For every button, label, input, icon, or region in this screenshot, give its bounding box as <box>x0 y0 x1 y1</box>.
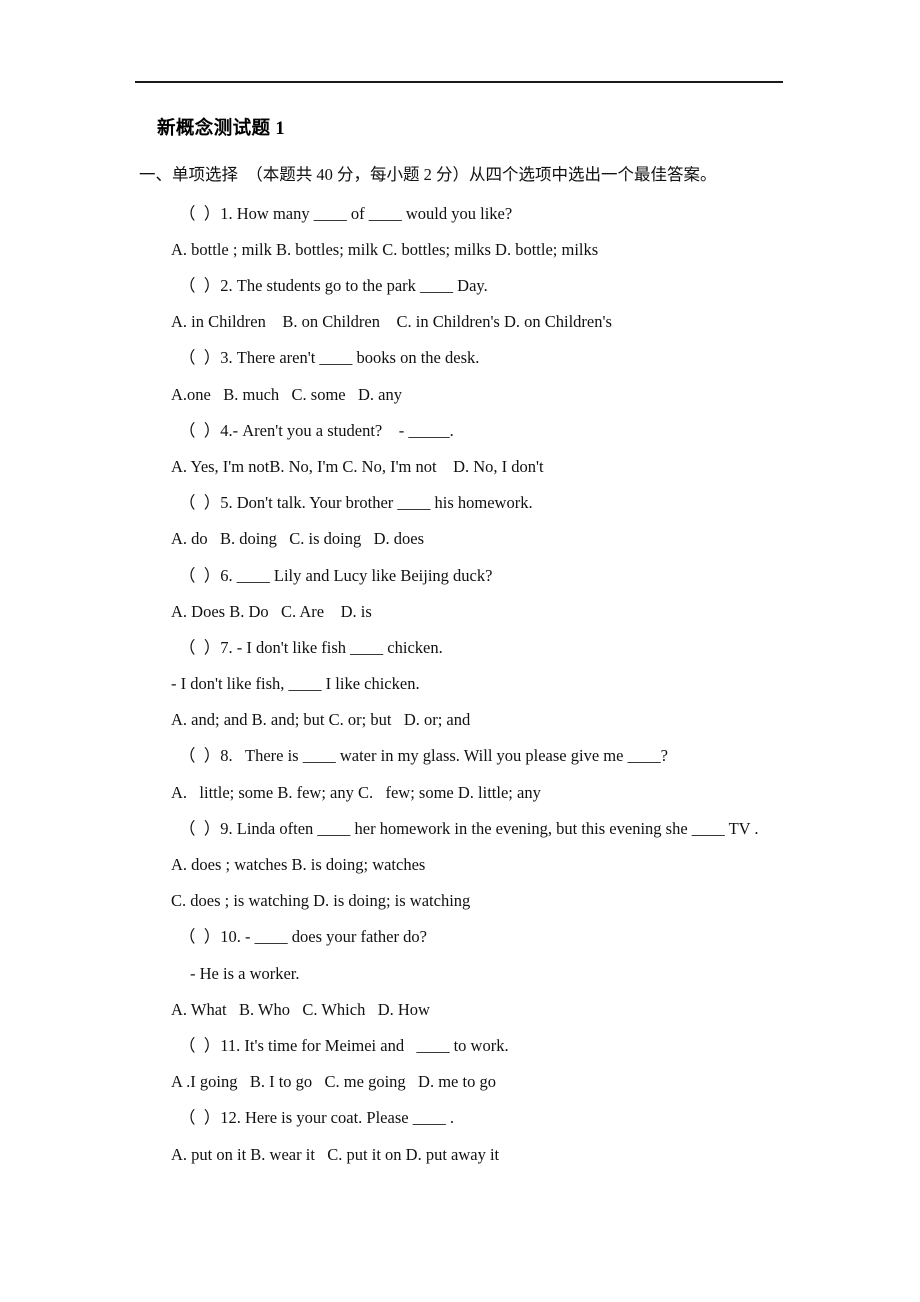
question-line: （ ）2. The students go to the park ____ D… <box>179 276 488 295</box>
question-line: （ ）11. It's time for Meimei and ____ to … <box>179 1036 509 1055</box>
option-line: A. do B. doing C. is doing D. does <box>171 529 425 548</box>
question-line: （ ）7. - I don't like fish ____ chicken. <box>179 638 443 657</box>
option-line: A. What B. Who C. Which D. How <box>171 1000 430 1019</box>
option-line: A. bottle ; milk B. bottles; milk C. bot… <box>171 240 599 259</box>
continuation-line: - I don't like fish, ____ I like chicken… <box>171 674 420 693</box>
option-line: C. does ; is watching D. is doing; is wa… <box>171 891 471 910</box>
page-title: 新概念测试题 1 <box>157 119 286 139</box>
document-page: 新概念测试题 1 一、单项选择 （本题共 40 分，每小题 2 分）从四个选项中… <box>0 0 920 1302</box>
question-line: （ ）3. There aren't ____ books on the des… <box>179 348 480 367</box>
option-line: A. Does B. Do C. Are D. is <box>171 602 372 621</box>
question-line: （ ）8. There is ____ water in my glass. W… <box>179 746 668 765</box>
option-line: A. Yes, I'm notB. No, I'm C. No, I'm not… <box>171 457 544 476</box>
option-line: A. and; and B. and; but C. or; but D. or… <box>171 710 471 729</box>
question-line: （ ）10. - ____ does your father do? <box>179 927 427 946</box>
question-line: （ ）12. Here is your coat. Please ____ . <box>179 1108 454 1127</box>
question-line: （ ）1. How many ____ of ____ would you li… <box>179 204 513 223</box>
header-divider <box>135 81 783 83</box>
option-line: A. little; some B. few; any C. few; some… <box>171 783 541 802</box>
option-line: A. in Children B. on Children C. in Chil… <box>171 312 612 331</box>
question-line: （ ）9. Linda often ____ her homework in t… <box>179 819 759 838</box>
option-line: A. put on it B. wear it C. put it on D. … <box>171 1145 500 1164</box>
option-line: A .I going B. I to go C. me going D. me … <box>171 1072 496 1091</box>
question-line: （ ）6. ____ Lily and Lucy like Beijing du… <box>179 566 493 585</box>
question-line: （ ）4.- Aren't you a student? - _____. <box>179 421 454 440</box>
answer-line: - He is a worker. <box>190 964 300 983</box>
option-line: A.one B. much C. some D. any <box>171 385 402 404</box>
option-line: A. does ; watches B. is doing; watches <box>171 855 426 874</box>
section-heading: 一、单项选择 （本题共 40 分，每小题 2 分）从四个选项中选出一个最佳答案。 <box>139 165 717 184</box>
question-line: （ ）5. Don't talk. Your brother ____ his … <box>179 493 533 512</box>
